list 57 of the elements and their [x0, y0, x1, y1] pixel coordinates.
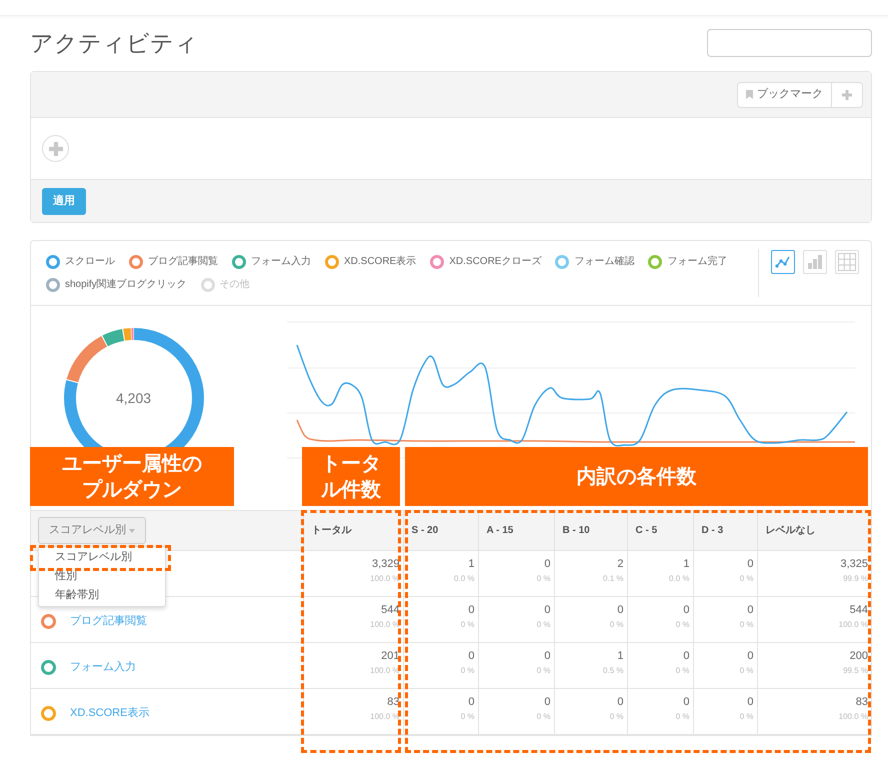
search-field[interactable] [707, 29, 872, 57]
table-cell: 0 0 % [478, 642, 554, 688]
table-cell: 83 100.0 % [757, 688, 871, 734]
table-cell: 1 0.0 % [403, 550, 478, 596]
table-cell: 2 0.1 % [554, 550, 627, 596]
table-cell: 0 0 % [554, 596, 627, 642]
bar-chart-icon [807, 254, 823, 270]
page-title: アクティビティ [30, 28, 198, 58]
plus-icon [842, 90, 852, 100]
legend-label[interactable]: フォーム入力 [251, 254, 311, 269]
legend-label[interactable]: XD.SCORE表示 [344, 254, 416, 269]
table-cell: 200 99.5 % [757, 642, 871, 688]
line-chart-icon [775, 255, 791, 269]
column-header: A - 15 [478, 510, 554, 550]
column-header: S - 20 [403, 510, 478, 550]
grid-icon [838, 253, 856, 271]
column-header: B - 10 [554, 510, 627, 550]
callout-label: ユーザー属性のプルダウン [30, 447, 234, 506]
table-cell: 0 0 % [403, 642, 478, 688]
table-cell: 3,325 99.9 % [757, 550, 871, 596]
grouping-dropdown[interactable]: スコアレベル別 [38, 517, 146, 544]
table-cell: 0 0 % [403, 596, 478, 642]
table-cell: 0 0 % [693, 688, 757, 734]
column-header: D - 3 [693, 510, 757, 550]
column-header: レベルなし [757, 510, 871, 550]
callout-label: トータル件数 [302, 447, 400, 506]
table-cell: 0 0 % [478, 688, 554, 734]
table-cell: 0 0 % [693, 550, 757, 596]
legend-label[interactable]: フォーム完了 [667, 254, 728, 269]
legend-label[interactable]: XD.SCOREクローズ [449, 254, 542, 269]
column-header: C - 5 [627, 510, 693, 550]
column-header: トータル [303, 510, 403, 550]
plus-icon [48, 142, 62, 156]
menu-item[interactable]: 年齢帯別 [55, 589, 99, 602]
table-cell: 0 0 % [693, 642, 757, 688]
table-cell: 0 0 % [693, 596, 757, 642]
legend-label[interactable]: shopify関連ブログクリック [65, 277, 187, 292]
menu-item[interactable]: スコアレベル別 [55, 551, 132, 564]
callout-label: 内訳の各件数 [405, 447, 868, 506]
legend-label[interactable]: ブログ記事閲覧 [148, 254, 218, 269]
table-cell: 0 0 % [627, 642, 693, 688]
table-cell: 544 100.0 % [757, 596, 871, 642]
table-cell: 1 0.0 % [627, 550, 693, 596]
table-cell: 0 0 % [478, 596, 554, 642]
table-cell: 1 0.5 % [554, 642, 627, 688]
table-cell: 0 0 % [554, 688, 627, 734]
table-cell: 0 0 % [627, 596, 693, 642]
legend-label[interactable]: スクロール [65, 254, 115, 269]
table-cell: 0 0 % [403, 688, 478, 734]
bookmark-icon [746, 90, 753, 99]
donut-total: 4,203 [116, 389, 152, 408]
table-cell: 0 0 % [478, 550, 554, 596]
chart-type-button[interactable] [771, 250, 795, 274]
add-condition-button[interactable] [42, 135, 69, 162]
legend-label[interactable]: フォーム確認 [574, 254, 634, 269]
table-cell: 0 0 % [627, 688, 693, 734]
caret-icon [129, 528, 135, 532]
